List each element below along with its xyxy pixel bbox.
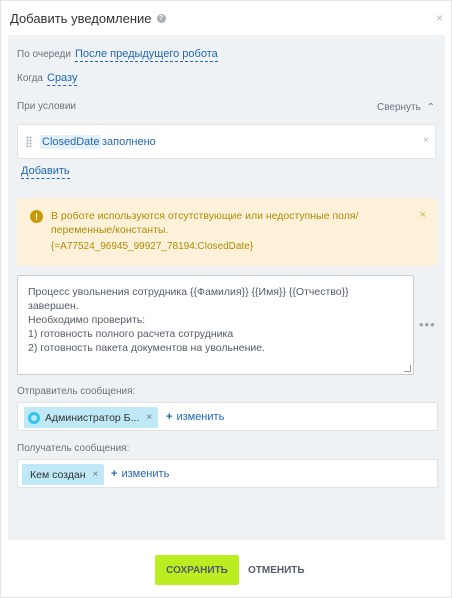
sender-change-label: изменить xyxy=(176,411,225,423)
sender-label: Отправитель сообщения: xyxy=(17,386,136,397)
condition-row: ClosedDate заполнено × xyxy=(17,124,436,159)
drag-handle-icon[interactable] xyxy=(26,136,32,147)
queue-select[interactable]: После предыдущего робота xyxy=(75,48,218,62)
recipient-chip-label: Кем создан xyxy=(30,468,86,481)
add-notification-dialog: Добавить уведомление ? × По очереди Посл… xyxy=(0,0,452,598)
recipient-chip[interactable]: Кем создан × xyxy=(22,464,105,485)
sender-field[interactable]: Администратор Б... × + изменить xyxy=(17,402,438,431)
plus-icon: + xyxy=(111,468,118,480)
when-select[interactable]: Сразу xyxy=(47,72,78,86)
condition-operator[interactable]: заполнено xyxy=(102,136,156,148)
collapse-button[interactable]: Свернуть ⌃ xyxy=(377,102,435,113)
recipient-chip-remove-icon[interactable]: × xyxy=(93,469,99,480)
message-textarea[interactable]: Процесс увольнения сотрудника {{Фамилия}… xyxy=(17,275,414,375)
warning-text: В роботе используются отсутствующие или … xyxy=(51,210,359,236)
recipient-change-label: изменить xyxy=(121,468,170,480)
remove-condition-icon[interactable]: × xyxy=(423,135,429,146)
condition-label: При условии xyxy=(17,101,76,112)
resize-handle-icon[interactable] xyxy=(404,365,411,372)
warning-alert: ! В роботе используются отсутствующие ил… xyxy=(17,198,438,266)
close-icon[interactable]: × xyxy=(436,11,443,25)
when-label: Когда xyxy=(17,73,43,84)
warning-icon: ! xyxy=(30,210,43,223)
cancel-button[interactable]: Отменить xyxy=(248,565,305,576)
dialog-header: Добавить уведомление ? × xyxy=(1,1,452,35)
dialog-title: Добавить уведомление xyxy=(10,10,152,26)
recipient-label: Получатель сообщения: xyxy=(17,443,130,454)
recipient-field[interactable]: Кем создан × + изменить xyxy=(17,459,438,488)
bot-gear-icon xyxy=(28,411,40,424)
chevron-up-icon: ⌃ xyxy=(426,102,435,113)
condition-field[interactable]: ClosedDate xyxy=(40,135,102,149)
message-text: Процесс увольнения сотрудника {{Фамилия}… xyxy=(28,286,349,354)
save-button[interactable]: Сохранить xyxy=(155,555,239,585)
plus-icon: + xyxy=(166,411,173,423)
queue-label: По очереди xyxy=(17,49,71,60)
more-options-icon[interactable]: ••• xyxy=(419,317,436,332)
warning-close-icon[interactable]: × xyxy=(420,209,426,221)
help-icon[interactable]: ? xyxy=(156,13,166,23)
sender-chip-label: Администратор Б... xyxy=(45,411,140,424)
sender-change-link[interactable]: + изменить xyxy=(166,411,224,423)
warning-code: {=A77524_96945_99927_78194:ClosedDate} xyxy=(51,241,254,252)
sender-chip[interactable]: Администратор Б... × xyxy=(24,407,159,428)
collapse-label: Свернуть xyxy=(376,102,421,113)
add-condition-link[interactable]: Добавить xyxy=(21,165,70,179)
sender-chip-remove-icon[interactable]: × xyxy=(146,412,152,423)
recipient-change-link[interactable]: + изменить xyxy=(111,468,169,480)
